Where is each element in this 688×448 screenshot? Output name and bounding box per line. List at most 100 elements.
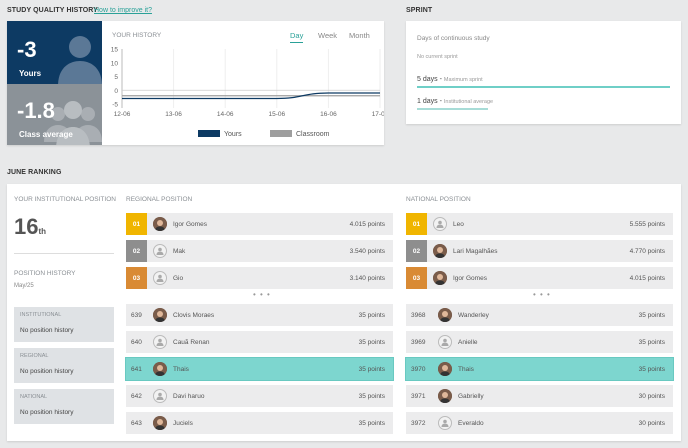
class-average-score: -1.8	[17, 98, 55, 123]
user-avatar	[433, 271, 447, 285]
inst-position-number: 16	[14, 214, 39, 239]
sprint-card: Days of continuous study No current spri…	[406, 21, 681, 124]
user-avatar	[438, 362, 452, 376]
history-label: INSTITUTIONAL	[20, 312, 62, 318]
rank-name: Clovis Moraes	[173, 311, 215, 319]
user-avatar	[153, 416, 167, 430]
legend-label: Yours	[224, 131, 242, 138]
history-value: No position history	[20, 409, 74, 416]
x-tick-label: 15-06	[268, 111, 285, 118]
yours-tile: -3 Yours	[7, 21, 102, 84]
rank-points: 35 points	[358, 338, 385, 346]
default-avatar-icon	[438, 416, 452, 430]
y-tick-label: -5	[112, 102, 118, 109]
default-avatar-icon	[433, 217, 447, 231]
legend-label: Classroom	[296, 131, 330, 138]
rank-position: 643	[131, 419, 142, 427]
ranking-row[interactable]: 3968 Wanderley 35 points	[406, 304, 673, 326]
regional-header: REGIONAL POSITION	[126, 196, 193, 203]
rank-points: 35 points	[358, 392, 385, 400]
history-national: NATIONAL No position history	[14, 389, 114, 424]
rank-position: 640	[131, 338, 142, 346]
rank-points: 35 points	[638, 338, 665, 346]
ranking-row[interactable]: 01 Igor Gomes 4.015 points	[126, 213, 393, 235]
ranking-row[interactable]: 02 Mak 3.540 points	[126, 240, 393, 262]
user-avatar	[153, 362, 167, 376]
ranking-row[interactable]: 02 Lari Magalhães 4.770 points	[406, 240, 673, 262]
default-avatar-icon	[153, 271, 167, 285]
regional-ellipsis: • • •	[253, 290, 271, 299]
rank-name: Thais	[458, 365, 474, 373]
rank-position: 3971	[411, 392, 426, 400]
rank-position: 3970	[411, 365, 426, 373]
rank-medal: 03	[126, 267, 147, 289]
national-header: NATIONAL POSITION	[406, 196, 471, 203]
max-sprint-track	[417, 86, 670, 88]
rank-name: Lari Magalhães	[453, 247, 498, 255]
rank-points: 35 points	[358, 365, 385, 373]
rank-name: Gio	[173, 274, 184, 282]
rank-name: Gabrielly	[458, 392, 484, 400]
class-average-tile: -1.8 Class average	[7, 84, 102, 145]
history-label: REGIONAL	[20, 353, 49, 359]
ranking-row-current-user[interactable]: 3970 Thais 35 points	[406, 358, 673, 380]
inst-sprint-label: Institutional average	[443, 99, 494, 105]
ranking-row[interactable]: 640 Cauã Renan 35 points	[126, 331, 393, 353]
rank-position: 3968	[411, 311, 426, 319]
rank-points: 35 points	[638, 311, 665, 319]
rank-points: 3.540 points	[349, 247, 385, 255]
x-tick-label: 16-06	[320, 111, 337, 118]
ranking-row[interactable]: 643 Juciels 35 points	[126, 412, 393, 434]
rank-name: Leo	[453, 220, 464, 228]
rank-medal: 01	[126, 213, 147, 235]
max-sprint-label: Maximum sprint	[443, 77, 483, 83]
rank-name: Igor Gomes	[173, 220, 207, 228]
rank-points: 3.140 points	[349, 274, 385, 282]
rank-points: 30 points	[638, 419, 665, 427]
user-avatar	[153, 308, 167, 322]
tab-month[interactable]: Month	[349, 31, 370, 40]
ranking-row[interactable]: 03 Igor Gomes 4.015 points	[406, 267, 673, 289]
x-tick-label: 17-06	[372, 111, 384, 118]
ranking-row[interactable]: 03 Gio 3.140 points	[126, 267, 393, 289]
history-label: NATIONAL	[20, 394, 48, 400]
ranking-row[interactable]: 01 Leo 5.555 points	[406, 213, 673, 235]
yours-score: -3	[17, 37, 37, 62]
ranking-row[interactable]: 3971 Gabrielly 30 points	[406, 385, 673, 407]
rank-position: 3969	[411, 338, 426, 346]
y-tick-label: 15	[111, 47, 119, 54]
rank-name: Mak	[173, 247, 186, 255]
sprint-title: SPRINT	[406, 7, 433, 14]
ranking-card: YOUR INSTITUTIONAL POSITION 16th POSITIO…	[7, 184, 681, 441]
ranking-row-current-user[interactable]: 641 Thais 35 points	[126, 358, 393, 380]
rank-points: 35 points	[358, 419, 385, 427]
default-avatar-icon	[153, 335, 167, 349]
rank-points: 4.770 points	[629, 247, 665, 255]
sprint-current: No current sprint	[417, 54, 458, 60]
legend-swatch	[198, 130, 220, 137]
ranking-row[interactable]: 3972 Everaldo 30 points	[406, 412, 673, 434]
ranking-row[interactable]: 3969 Anielle 35 points	[406, 331, 673, 353]
ranking-row[interactable]: 642 Davi haruo 35 points	[126, 385, 393, 407]
rank-points: 5.555 points	[629, 220, 665, 228]
position-history-header: POSITION HISTORY	[14, 270, 76, 277]
tab-week[interactable]: Week	[318, 31, 337, 40]
rank-name: Davi haruo	[173, 392, 205, 400]
x-tick-label: 12-06	[114, 111, 131, 118]
rank-medal: 01	[406, 213, 427, 235]
yours-score-label: Yours	[19, 69, 42, 78]
history-institutional: INSTITUTIONAL No position history	[14, 307, 114, 342]
study-quality-card: -3 Yours -1.8 Class average YOUR HISTORY…	[7, 21, 384, 145]
improve-link[interactable]: How to improve it?	[94, 7, 152, 14]
ranking-row[interactable]: 639 Clovis Moraes 35 points	[126, 304, 393, 326]
rank-position: 641	[131, 365, 142, 373]
y-tick-label: 10	[111, 60, 119, 67]
rank-name: Thais	[173, 365, 189, 373]
history-value: No position history	[20, 368, 74, 375]
rank-position: 642	[131, 392, 142, 400]
user-avatar	[433, 244, 447, 258]
history-value: No position history	[20, 327, 74, 334]
rank-position: 639	[131, 311, 142, 319]
tab-day[interactable]: Day	[290, 31, 304, 43]
user-avatar	[438, 308, 452, 322]
